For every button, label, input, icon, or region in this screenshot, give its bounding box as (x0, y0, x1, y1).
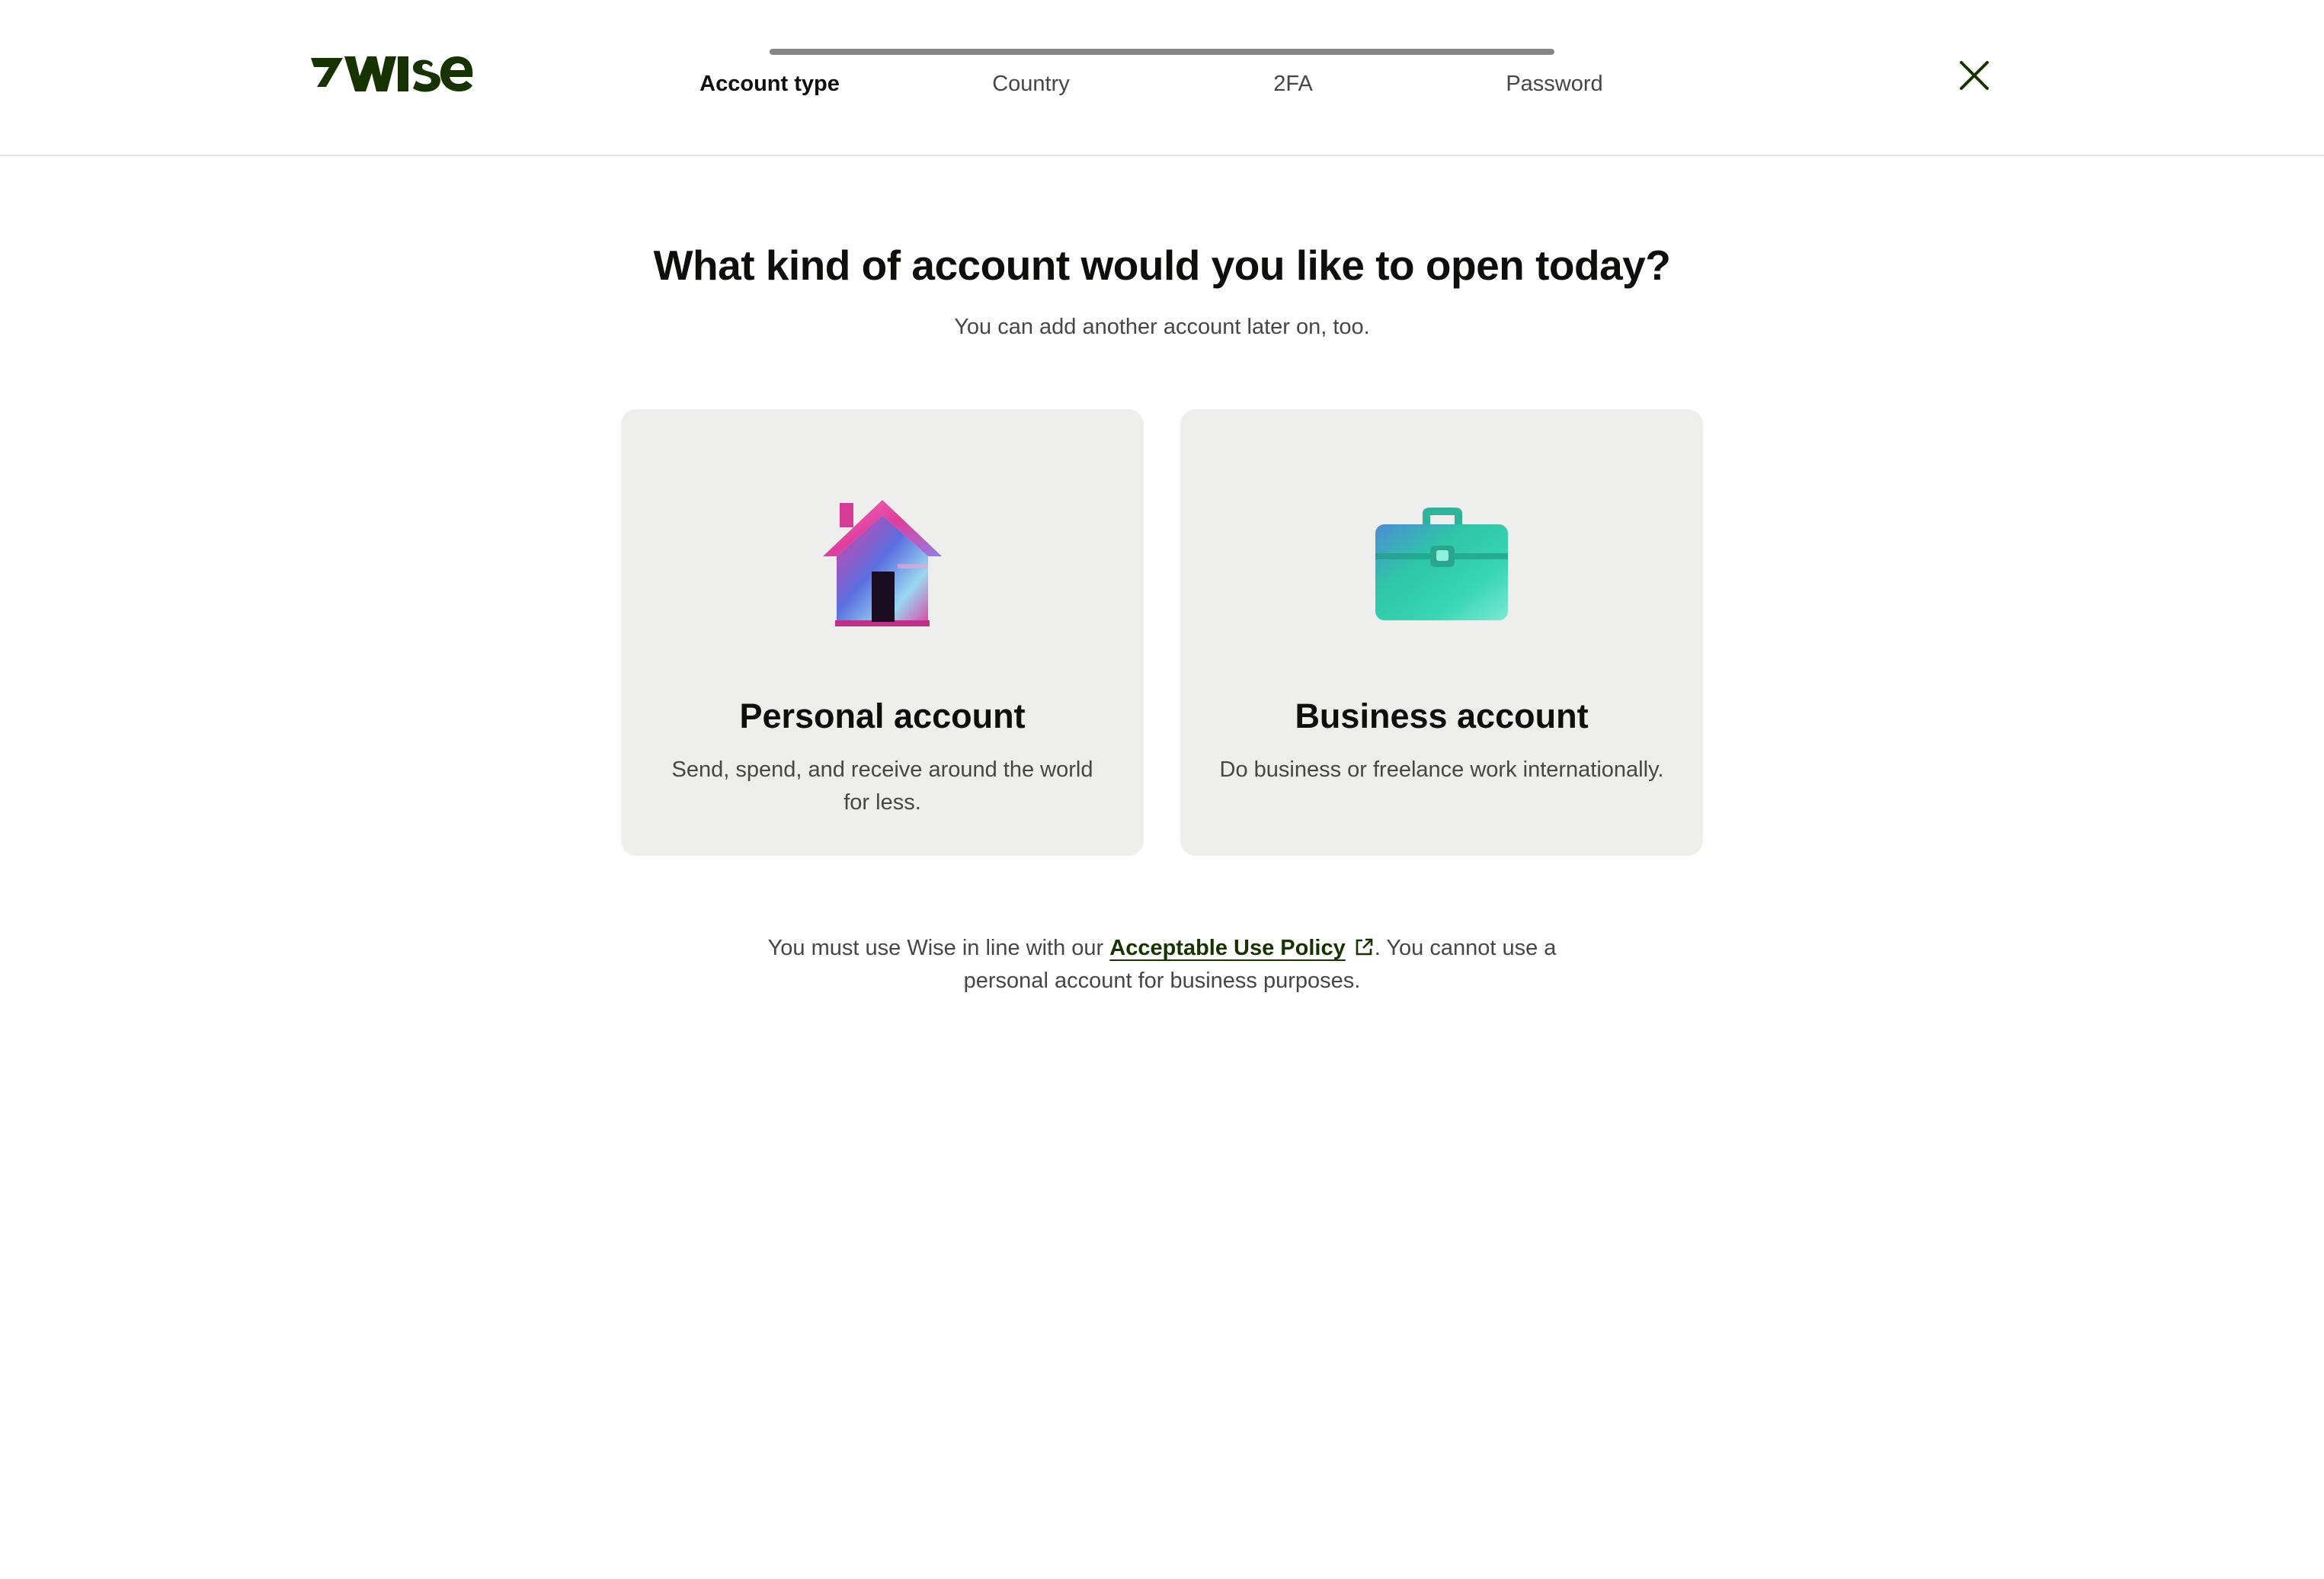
card-description: Do business or freelance work internatio… (1219, 757, 1664, 782)
wise-logo-mark (311, 56, 473, 92)
house-illustration (621, 492, 1144, 636)
card-description: Send, spend, and receive around the worl… (671, 757, 1093, 815)
step-2fa[interactable]: 2FA (1179, 72, 1407, 97)
step-country[interactable]: Country (917, 72, 1145, 97)
page-title: What kind of account would you like to o… (653, 242, 1671, 289)
step-account-type[interactable]: Account type (655, 72, 884, 97)
acceptable-use-notice: You must use Wise in line with our Accep… (731, 932, 1593, 998)
external-link-icon[interactable] (1353, 937, 1375, 958)
house-icon (823, 500, 942, 626)
card-title: Business account (1295, 697, 1589, 735)
close-button[interactable] (1957, 58, 1992, 93)
progress-stepper: Account type Country 2FA Password (655, 44, 1722, 105)
personal-account-card[interactable]: Personal account Send, spend, and receiv… (621, 409, 1144, 856)
card-title: Personal account (739, 697, 1026, 735)
briefcase-icon (1375, 508, 1508, 620)
acceptable-use-policy-link[interactable]: Acceptable Use Policy (1109, 936, 1345, 960)
page-subtitle: You can add another account later on, to… (954, 315, 1370, 339)
briefcase-illustration (1180, 492, 1703, 636)
close-icon (1960, 61, 1989, 90)
header: Account type Country 2FA Password (0, 0, 2324, 156)
step-password[interactable]: Password (1440, 72, 1669, 97)
page: Account type Country 2FA Password What k… (0, 0, 2324, 1579)
wise-logo[interactable] (311, 47, 474, 94)
progress-track (770, 49, 1554, 55)
business-account-card[interactable]: Business account Do business or freelanc… (1180, 409, 1703, 856)
policy-text-before: You must use Wise in line with our (767, 936, 1110, 960)
